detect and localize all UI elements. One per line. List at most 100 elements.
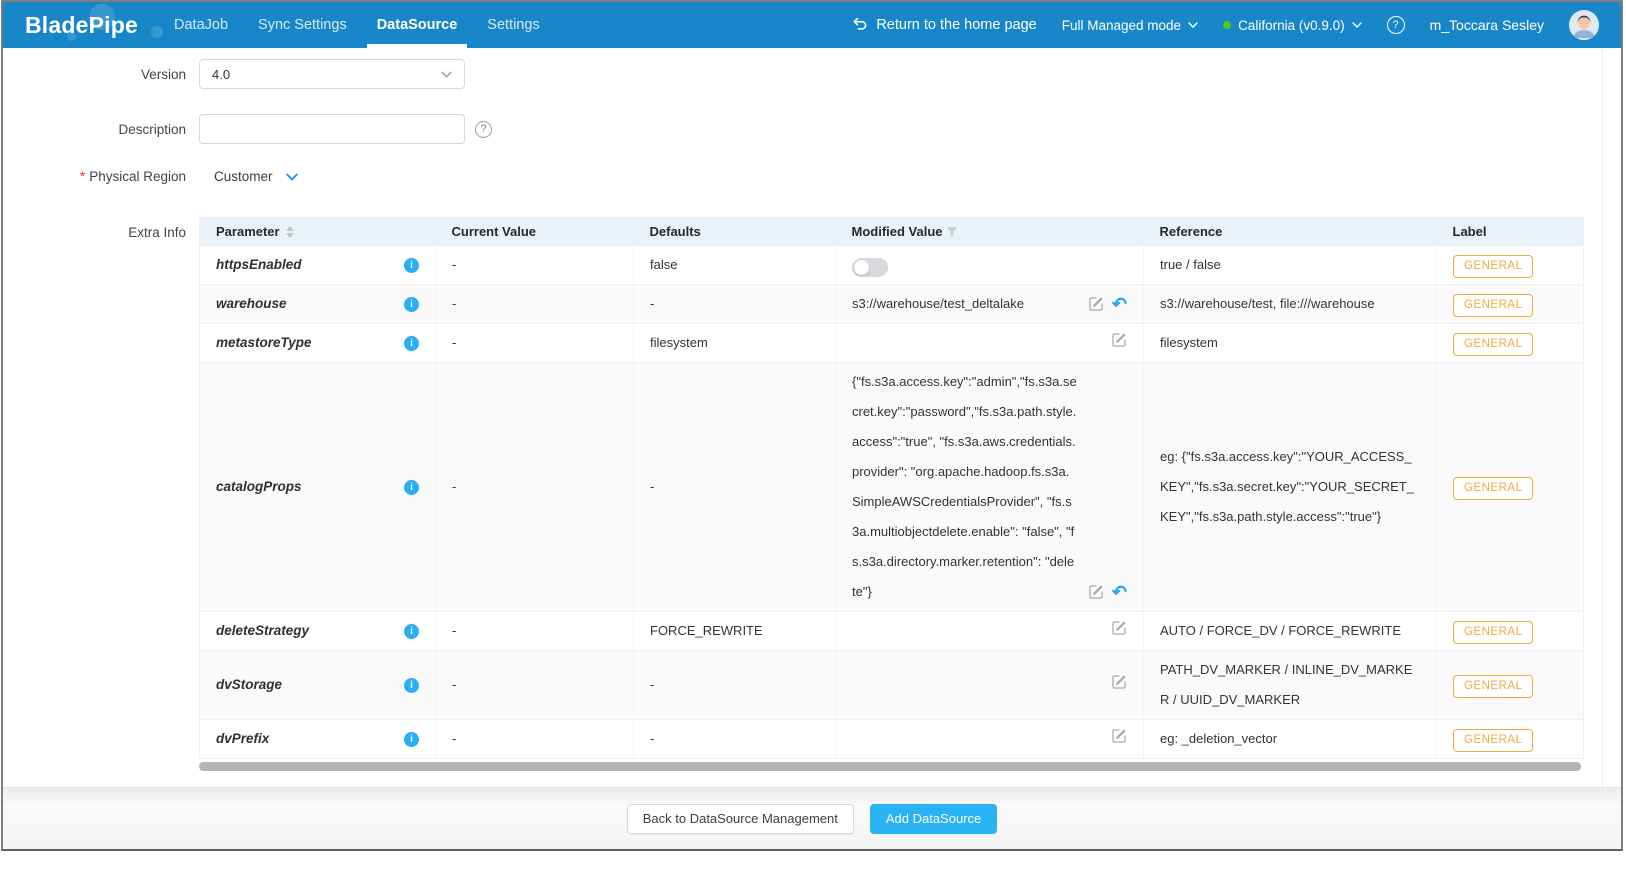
version-row: Version 4.0 <box>3 59 1621 89</box>
reference-cell: true / false <box>1144 246 1437 285</box>
defaults-cell: - <box>634 720 836 759</box>
physical-region-row: *Physical Region Customer <box>3 169 1621 184</box>
navbar-right: Return to the home page Full Managed mod… <box>852 10 1599 40</box>
chevron-down-icon <box>1352 22 1362 28</box>
tab-settings[interactable]: Settings <box>487 2 539 48</box>
version-label: Version <box>3 67 186 82</box>
add-datasource-button[interactable]: Add DataSource <box>870 804 997 834</box>
help-icon[interactable]: ? <box>1387 16 1405 34</box>
footer-bar: Back to DataSource Management Add DataSo… <box>3 787 1621 849</box>
defaults-cell: - <box>634 363 836 612</box>
tab-datajob[interactable]: DataJob <box>174 2 228 48</box>
username-label[interactable]: m_Toccara Sesley <box>1430 17 1544 33</box>
label-badge: GENERAL <box>1453 729 1533 752</box>
parameter-name: deleteStrategy <box>216 616 309 646</box>
modified-value-text: {"fs.s3a.access.key":"admin","fs.s3a.sec… <box>852 367 1077 607</box>
edit-icon[interactable] <box>1111 674 1127 690</box>
reference-cell: filesystem <box>1144 324 1437 363</box>
info-icon[interactable]: i <box>404 297 419 312</box>
reference-cell: eg: _deletion_vector <box>1144 720 1437 759</box>
defaults-cell: filesystem <box>634 324 836 363</box>
info-icon[interactable]: i <box>404 624 419 639</box>
top-navbar: BladePipe DataJob Sync Settings DataSource… <box>3 2 1621 48</box>
managed-mode-label: Full Managed mode <box>1062 18 1181 33</box>
undo-icon[interactable]: ↶ <box>1112 297 1127 311</box>
physical-region-value[interactable]: Customer <box>214 169 273 184</box>
avatar[interactable] <box>1569 10 1599 40</box>
parameter-name: httpsEnabled <box>216 250 302 280</box>
parameter-name: catalogProps <box>216 472 302 502</box>
filter-icon[interactable] <box>946 226 958 238</box>
status-dot <box>1223 21 1231 29</box>
extra-info-label: Extra Info <box>3 217 186 240</box>
description-input[interactable] <box>199 114 465 144</box>
defaults-cell: - <box>634 285 836 324</box>
col-header-defaults: Defaults <box>634 217 836 246</box>
label-badge: GENERAL <box>1453 621 1533 644</box>
table-row: warehousei--s3://warehouse/test_deltalak… <box>200 285 1584 324</box>
parameters-table: ParameterCurrent ValueDefaultsModified V… <box>199 217 1583 771</box>
return-home-link[interactable]: Return to the home page <box>852 16 1036 35</box>
reference-cell: eg: {"fs.s3a.access.key":"YOUR_ACCESS_KE… <box>1144 363 1437 612</box>
description-label: Description <box>3 122 186 137</box>
managed-mode-select[interactable]: Full Managed mode <box>1062 18 1198 33</box>
parameter-name: dvStorage <box>216 670 282 700</box>
current-value-cell: - <box>436 246 634 285</box>
description-help-icon[interactable]: ? <box>475 121 492 138</box>
cluster-region-label: California (v0.9.0) <box>1238 18 1345 33</box>
label-badge: GENERAL <box>1453 255 1533 278</box>
scrollbar-gutter <box>1602 48 1603 787</box>
label-badge: GENERAL <box>1453 333 1533 356</box>
table-row: metastoreTypei-filesystemfilesystemGENER… <box>200 324 1584 363</box>
cluster-region-select[interactable]: California (v0.9.0) <box>1223 18 1362 33</box>
info-icon[interactable]: i <box>404 336 419 351</box>
logo-bubble <box>151 26 163 38</box>
edit-icon[interactable] <box>1111 728 1127 744</box>
current-value-cell: - <box>436 612 634 651</box>
current-value-cell: - <box>436 285 634 324</box>
info-icon[interactable]: i <box>404 732 419 747</box>
chevron-down-icon[interactable] <box>286 173 298 181</box>
return-home-label: Return to the home page <box>876 17 1036 33</box>
label-badge: GENERAL <box>1453 477 1533 500</box>
table-row: dvStoragei--PATH_DV_MARKER / INLINE_DV_M… <box>200 651 1584 720</box>
reference-cell: PATH_DV_MARKER / INLINE_DV_MARKER / UUID… <box>1144 651 1437 720</box>
table-row: deleteStrategy i -FORCE_REWRITE AUTO / FORC… <box>200 612 1584 651</box>
main-nav: DataJob Sync Settings DataSource Settings <box>174 2 540 48</box>
col-header-parameter[interactable]: Parameter <box>200 217 436 246</box>
horizontal-scrollbar[interactable] <box>199 762 1581 771</box>
version-value: 4.0 <box>212 67 230 82</box>
edit-icon[interactable] <box>1111 332 1127 348</box>
info-icon[interactable]: i <box>404 480 419 495</box>
app-window: BladePipe DataJob Sync Settings DataSource… <box>1 0 1623 851</box>
col-header-modified-value[interactable]: Modified Value <box>836 217 1144 246</box>
toggle-switch[interactable] <box>852 258 888 277</box>
brand-logo[interactable]: BladePipe <box>25 12 138 39</box>
defaults-cell: FORCE_REWRITE <box>634 612 836 651</box>
modified-value-text: s3://warehouse/test_deltalake <box>852 289 1024 319</box>
return-arrow-icon <box>852 16 868 35</box>
required-asterisk: * <box>80 169 85 184</box>
table-row: catalogProps i --{"fs.s3a.access.key":"adm… <box>200 363 1584 612</box>
tab-datasource[interactable]: DataSource <box>377 2 458 48</box>
parameter-name: dvPrefix <box>216 724 269 754</box>
sort-icon[interactable] <box>286 226 294 238</box>
undo-icon[interactable]: ↶ <box>1112 585 1127 599</box>
edit-icon[interactable] <box>1088 584 1104 600</box>
edit-icon[interactable] <box>1088 296 1104 312</box>
current-value-cell: - <box>436 651 634 720</box>
table-row: httpsEnabledi-falsetrue / falseGENERAL <box>200 246 1584 285</box>
col-header-label: Label <box>1437 217 1584 246</box>
info-icon[interactable]: i <box>404 678 419 693</box>
table-row: dvPrefixi--eg: _deletion_vectorGENERAL <box>200 720 1584 759</box>
table-header-row: ParameterCurrent ValueDefaultsModified V… <box>200 217 1584 246</box>
table-body: httpsEnabledi-falsetrue / falseGENERALwa… <box>200 246 1584 759</box>
back-to-management-button[interactable]: Back to DataSource Management <box>627 804 854 834</box>
version-select[interactable]: 4.0 <box>199 59 465 89</box>
reference-cell: AUTO / FORCE_DV / FORCE_REWRITE <box>1144 612 1437 651</box>
edit-icon[interactable] <box>1111 620 1127 636</box>
extra-info-row: Extra Info ParameterCurrent ValueDefault… <box>3 217 1621 771</box>
current-value-cell: - <box>436 363 634 612</box>
info-icon[interactable]: i <box>404 258 419 273</box>
tab-sync-settings[interactable]: Sync Settings <box>258 2 347 48</box>
